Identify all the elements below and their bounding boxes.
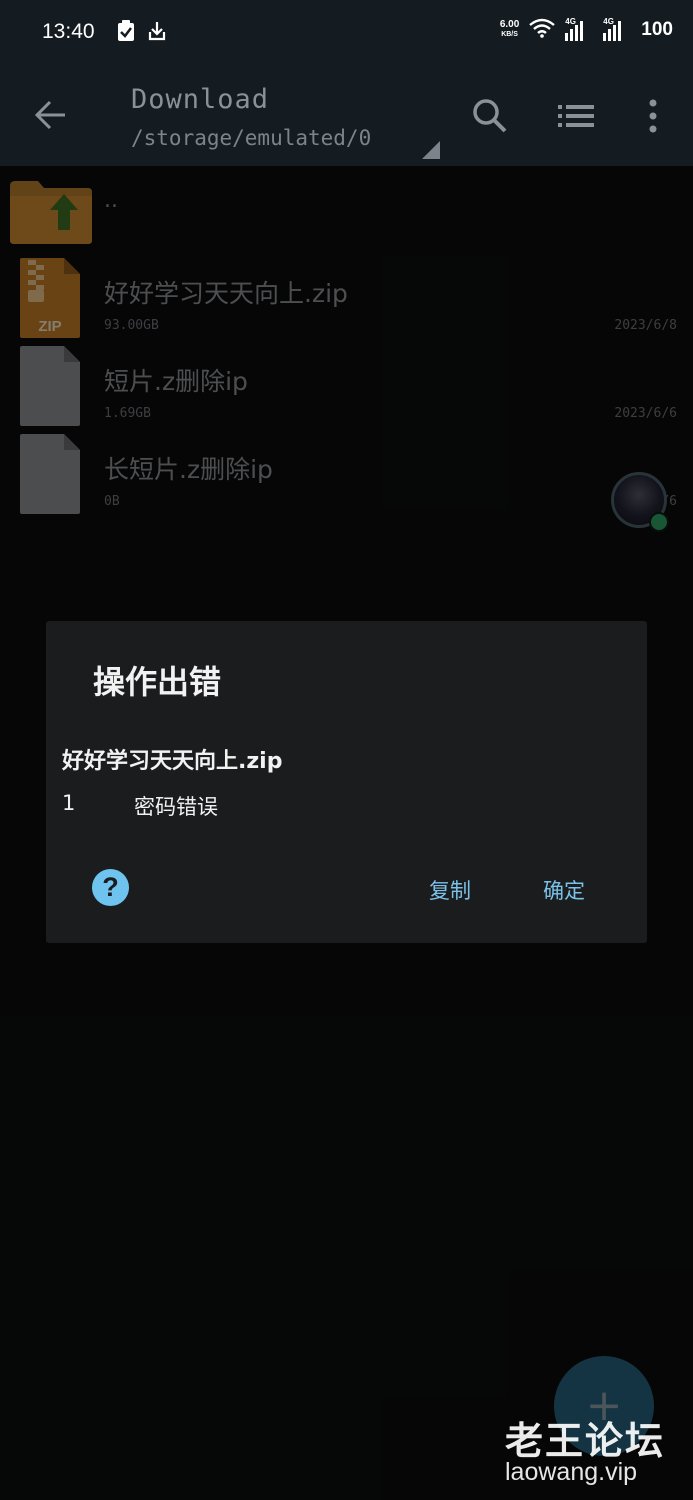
status-time: 13:40	[42, 20, 95, 43]
search-icon[interactable]	[472, 98, 508, 138]
list-view-icon[interactable]	[558, 102, 594, 134]
ok-button[interactable]: 确定	[543, 875, 585, 905]
folder-path[interactable]: /storage/emulated/0	[131, 126, 371, 150]
wifi-icon	[529, 18, 556, 42]
more-options-icon[interactable]	[646, 98, 660, 138]
net-speed: 6.00 KB/S	[500, 20, 519, 40]
copy-button[interactable]: 复制	[429, 875, 471, 905]
folder-title: Download	[131, 84, 270, 115]
watermark-url: laowang.vip	[505, 1458, 638, 1486]
error-message: 密码错误	[134, 795, 218, 819]
signal1-label: 4G	[565, 17, 576, 26]
error-dialog: 操作出错 好好学习天天向上.zip 1 密码错误 ? 复制 确定	[46, 621, 647, 943]
battery-level: 100	[641, 19, 673, 40]
net-speed-unit: KB/S	[501, 31, 518, 38]
signal2-label: 4G	[603, 17, 614, 26]
dialog-file-name: 好好学习天天向上.zip	[62, 749, 283, 774]
app-toolbar: Download /storage/emulated/0	[0, 66, 693, 166]
help-icon[interactable]: ?	[92, 869, 129, 906]
path-dropdown-icon[interactable]	[422, 141, 440, 159]
watermark-name: 老王论坛	[505, 1419, 666, 1463]
net-speed-value: 6.00	[499, 19, 520, 30]
cell-signal-1-icon: 4G	[565, 17, 593, 41]
clipboard-check-icon	[117, 20, 135, 46]
error-code: 1	[62, 791, 76, 815]
download-tray-icon	[148, 20, 166, 46]
cell-signal-2-icon: 4G	[603, 17, 631, 41]
dialog-title: 操作出错	[93, 663, 222, 701]
back-arrow-icon[interactable]	[34, 98, 68, 136]
status-bar: 13:40 6.00 KB/S 4G 4G 100	[0, 0, 693, 66]
